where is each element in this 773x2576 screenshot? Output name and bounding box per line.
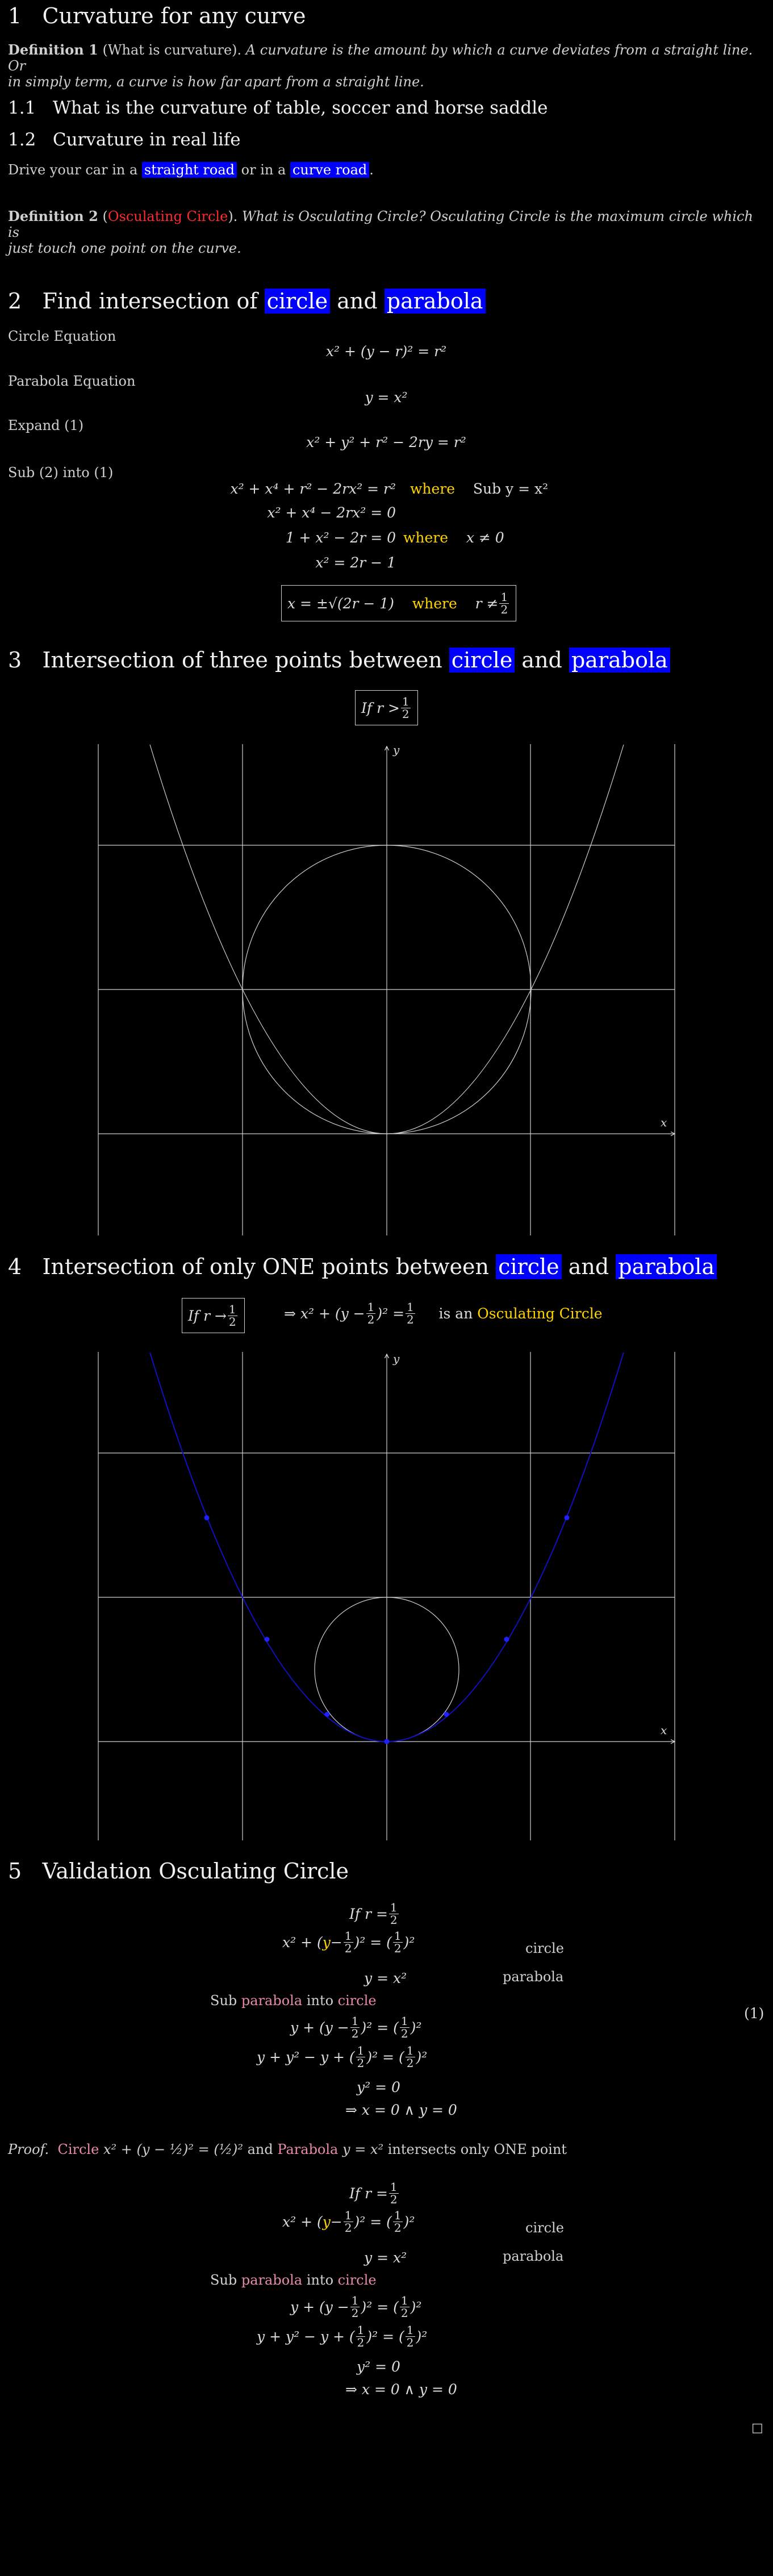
parabola-label: parabola bbox=[503, 2248, 564, 2264]
parabola-eq: y = x² bbox=[364, 1970, 407, 1986]
axis-x-label: x bbox=[661, 1723, 667, 1737]
sub-step-1: y + (y − 1 2)² = ( 1 2)² bbox=[290, 2014, 422, 2040]
circle-label: circle bbox=[525, 2220, 564, 2236]
section-5-heading: 5 Validation Osculating Circle bbox=[8, 1859, 349, 1884]
circle-eq-half: x² + (y − 1 2)² = ( 1 2)² bbox=[282, 1929, 415, 1955]
y-squared-zero: y² = 0 bbox=[357, 2358, 400, 2375]
circle-label: circle bbox=[525, 1940, 564, 1956]
validation-block-2: If r = 12 x² + (y − 1 2)² = ( 1 2)² circle… bbox=[0, 2177, 773, 2410]
qed-symbol: □ bbox=[751, 2421, 763, 2435]
parabola-marker bbox=[564, 1515, 570, 1521]
sub-sentence: Sub parabola into circle bbox=[210, 1993, 377, 2009]
parabola-eq: y = x² bbox=[364, 2249, 407, 2266]
parabola-marker bbox=[264, 1636, 270, 1642]
parabola-label: parabola bbox=[503, 1969, 564, 1985]
equation-number: (1) bbox=[744, 2005, 764, 2022]
parabola-marker bbox=[444, 1711, 449, 1717]
y-squared-zero: y² = 0 bbox=[357, 2079, 400, 2095]
sub-step-2: y + y² − y + ( 1 2)² = ( 1 2)² bbox=[257, 2323, 428, 2349]
if-r-half: If r = 12 bbox=[349, 1901, 399, 1927]
circle-eq-half: x² + (y − 1 2)² = ( 1 2)² bbox=[282, 2208, 415, 2235]
result-line: ⇒ x = 0 ∧ y = 0 bbox=[345, 2102, 457, 2118]
parabola-marker bbox=[384, 1739, 390, 1744]
parabola-marker bbox=[324, 1711, 330, 1717]
proof-line: Proof. Circle x² + (y − ½)² = (½)² and P… bbox=[8, 2141, 567, 2157]
axis-y-label: y bbox=[393, 1352, 400, 1366]
parabola-marker bbox=[504, 1636, 509, 1642]
parabola-marker bbox=[204, 1515, 210, 1521]
result-line: ⇒ x = 0 ∧ y = 0 bbox=[345, 2381, 457, 2398]
sub-step-1: y + (y − 1 2)² = ( 1 2)² bbox=[290, 2294, 422, 2320]
validation-block-1: If r = 12 x² + (y − 1 2)² = ( 1 2)² circle… bbox=[0, 1897, 773, 2130]
if-r-half: If r = 12 bbox=[349, 2180, 399, 2206]
sub-sentence: Sub parabola into circle bbox=[210, 2272, 377, 2288]
sub-step-2: y + y² − y + ( 1 2)² = ( 1 2)² bbox=[257, 2044, 428, 2070]
